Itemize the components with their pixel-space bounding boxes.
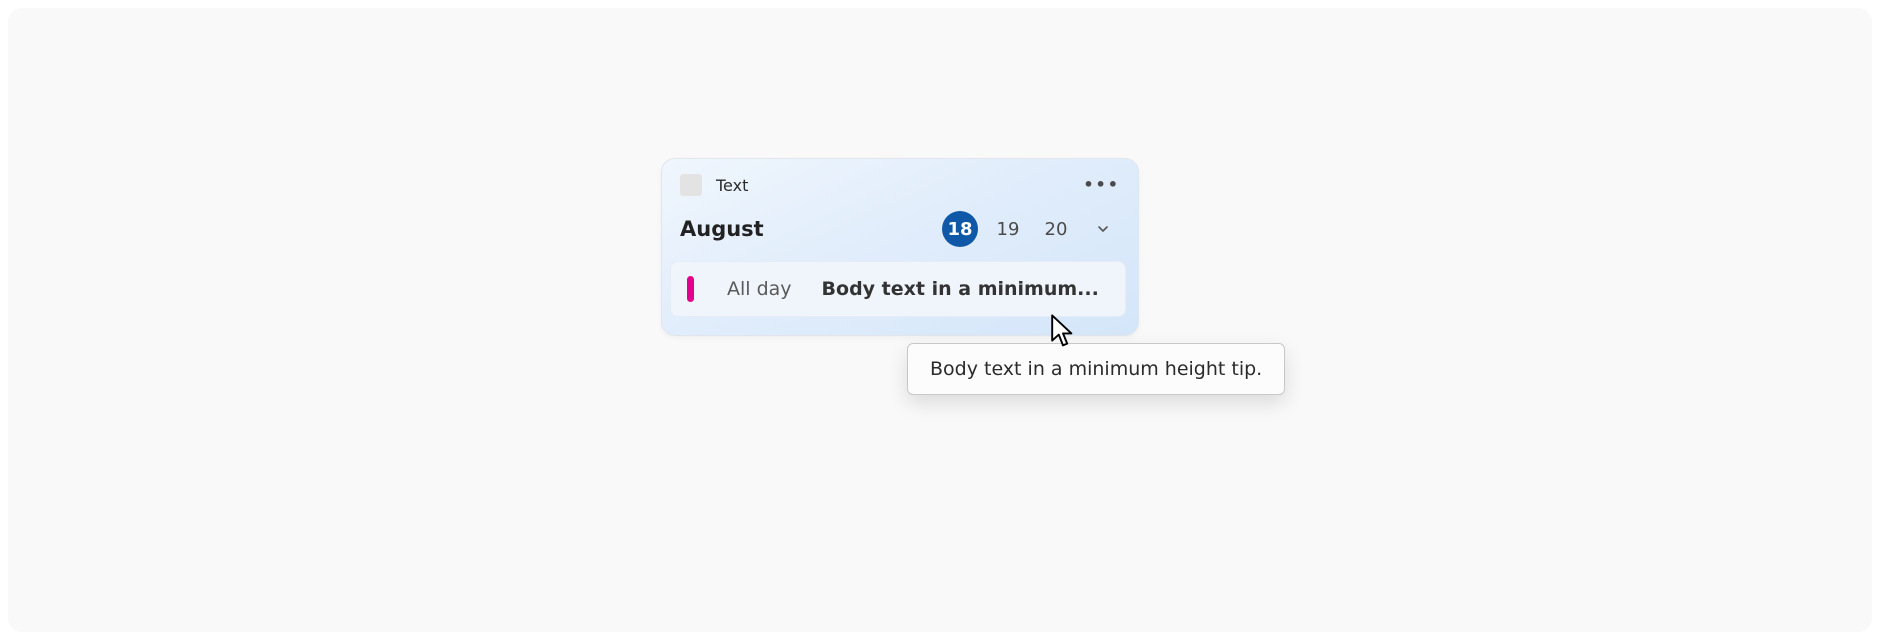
app-icon: [680, 174, 702, 196]
month-row: August 18 19 20: [662, 201, 1138, 261]
event-title: Body text in a minimum...: [822, 278, 1099, 300]
more-button[interactable]: •••: [1090, 173, 1120, 197]
day-chip[interactable]: 19: [990, 211, 1026, 247]
day-chip-selected[interactable]: 18: [942, 211, 978, 247]
day-chip[interactable]: 20: [1038, 211, 1074, 247]
canvas: Text ••• August 18 19 20 All day Body te…: [8, 8, 1872, 632]
widget-header: Text •••: [662, 159, 1138, 201]
event-time-label: All day: [727, 278, 792, 300]
chevron-down-icon: [1095, 221, 1111, 237]
expand-days-button[interactable]: [1086, 211, 1120, 247]
calendar-widget: Text ••• August 18 19 20 All day Body te…: [661, 158, 1139, 336]
widget-title: Text: [716, 176, 1090, 195]
calendar-event[interactable]: All day Body text in a minimum...: [670, 261, 1126, 317]
month-label: August: [680, 217, 936, 241]
tooltip: Body text in a minimum height tip.: [907, 343, 1285, 395]
event-category-accent: [687, 276, 694, 302]
